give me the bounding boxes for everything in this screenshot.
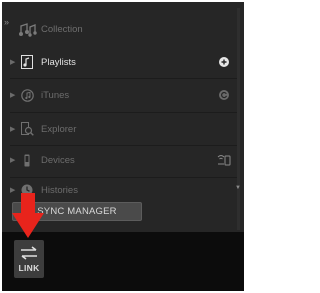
expand-arrow-icon[interactable]: ▶: [10, 91, 20, 99]
collection-label: Collection: [41, 23, 83, 35]
sidebar-item-itunes[interactable]: ▶ iTunes: [10, 85, 236, 105]
divider: [10, 112, 240, 113]
sidebar-item-label: Explorer: [41, 123, 77, 135]
music-notes-icon: [19, 23, 37, 37]
wireless-icon[interactable]: [217, 152, 231, 168]
scrollbar[interactable]: [237, 8, 240, 230]
collapse-sidebar-icon[interactable]: »: [2, 18, 11, 27]
sidebar-item-label: Histories: [41, 184, 78, 196]
add-icon[interactable]: [217, 54, 231, 70]
sidebar-item-label: Devices: [41, 154, 75, 166]
expand-arrow-icon[interactable]: ▶: [10, 58, 20, 66]
link-button[interactable]: LINK: [14, 240, 44, 278]
device-icon: [20, 152, 34, 168]
divider: [10, 78, 240, 79]
link-arrows-icon: [21, 245, 37, 260]
divider: [10, 145, 240, 146]
scroll-down-icon[interactable]: ▼: [235, 185, 241, 191]
sidebar-item-explorer[interactable]: ▶ Explorer: [10, 119, 236, 139]
itunes-icon: [20, 87, 34, 103]
sidebar-item-label: iTunes: [41, 89, 70, 101]
link-label: LINK: [18, 262, 40, 273]
app-window: » Collection ▶ Playlists ▶ iTunes ▶ Expl…: [2, 2, 244, 291]
collection-header[interactable]: Collection: [19, 19, 83, 39]
expand-arrow-icon[interactable]: ▶: [10, 156, 20, 164]
expand-arrow-icon[interactable]: ▶: [10, 125, 20, 133]
red-pointer-arrow-icon: [12, 193, 44, 238]
sidebar-item-devices[interactable]: ▶ Devices: [10, 150, 236, 170]
sidebar-item-label: Playlists: [41, 56, 76, 68]
refresh-icon[interactable]: [217, 87, 231, 103]
sidebar-item-playlists[interactable]: ▶ Playlists: [10, 52, 236, 72]
explorer-icon: [20, 121, 34, 137]
divider: [10, 177, 240, 178]
playlist-icon: [20, 54, 34, 70]
